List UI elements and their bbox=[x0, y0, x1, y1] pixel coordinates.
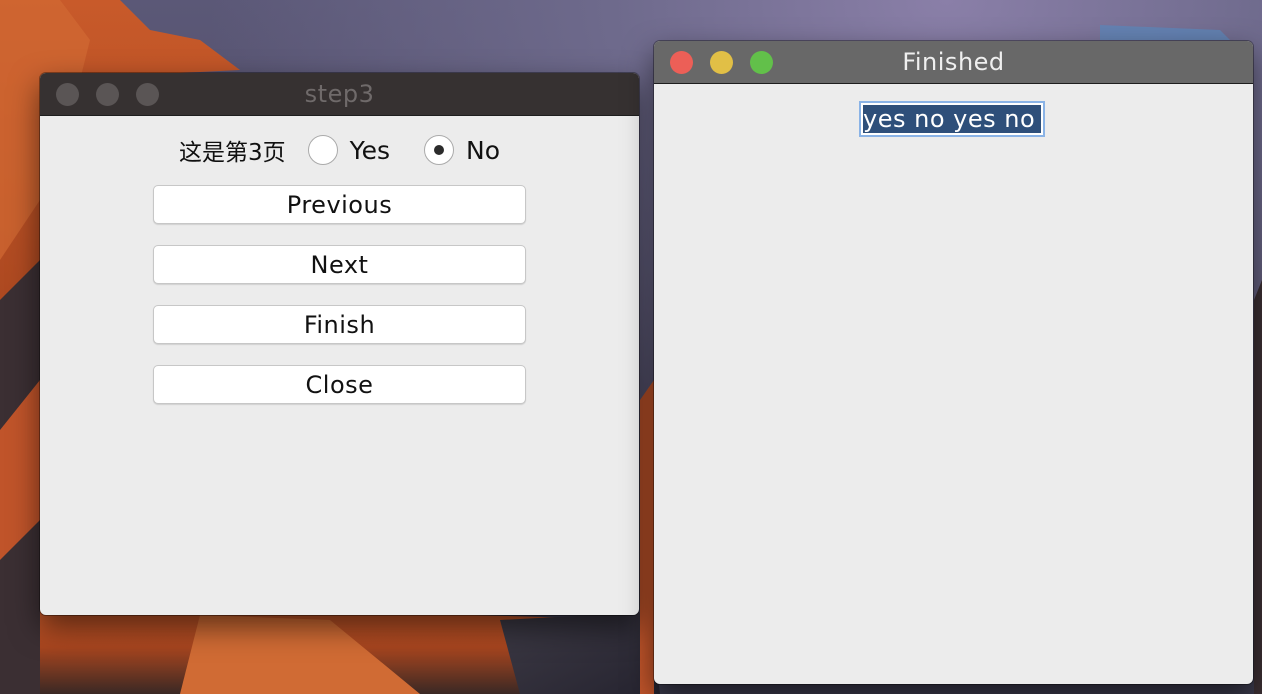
radio-no-label[interactable]: No bbox=[466, 136, 500, 165]
zoom-window-icon[interactable] bbox=[750, 51, 773, 74]
step3-window-title: step3 bbox=[304, 80, 375, 108]
close-window-icon[interactable] bbox=[56, 83, 79, 106]
zoom-window-icon[interactable] bbox=[136, 83, 159, 106]
finish-button[interactable]: Finish bbox=[153, 305, 526, 344]
answer-radio-group: 这是第3页 Yes No bbox=[40, 133, 639, 167]
step3-traffic-lights bbox=[56, 83, 159, 106]
close-button[interactable]: Close bbox=[153, 365, 526, 404]
radio-no[interactable]: No bbox=[424, 135, 500, 165]
radio-no-circle-icon[interactable] bbox=[424, 135, 454, 165]
finished-window-title: Finished bbox=[902, 48, 1005, 76]
next-button[interactable]: Next bbox=[153, 245, 526, 284]
result-text-field[interactable]: yes no yes no bbox=[859, 101, 1045, 137]
desktop: step3 这是第3页 Yes No Previous Next Finish … bbox=[0, 0, 1262, 694]
radio-yes-label[interactable]: Yes bbox=[350, 136, 390, 165]
finished-titlebar[interactable]: Finished bbox=[654, 41, 1253, 84]
close-window-icon[interactable] bbox=[670, 51, 693, 74]
radio-selected-dot-icon bbox=[434, 145, 444, 155]
minimize-window-icon[interactable] bbox=[710, 51, 733, 74]
result-selected-text[interactable]: yes no yes no bbox=[863, 105, 1041, 133]
previous-button[interactable]: Previous bbox=[153, 185, 526, 224]
finished-traffic-lights bbox=[670, 51, 773, 74]
minimize-window-icon[interactable] bbox=[96, 83, 119, 106]
page-label: 这是第3页 bbox=[179, 140, 286, 166]
step3-window: step3 这是第3页 Yes No Previous Next Finish … bbox=[40, 73, 639, 615]
radio-yes-circle-icon[interactable] bbox=[307, 135, 338, 165]
radio-yes[interactable]: Yes bbox=[307, 135, 390, 165]
step3-titlebar[interactable]: step3 bbox=[40, 73, 639, 116]
finished-window: Finished yes no yes no bbox=[654, 41, 1253, 684]
